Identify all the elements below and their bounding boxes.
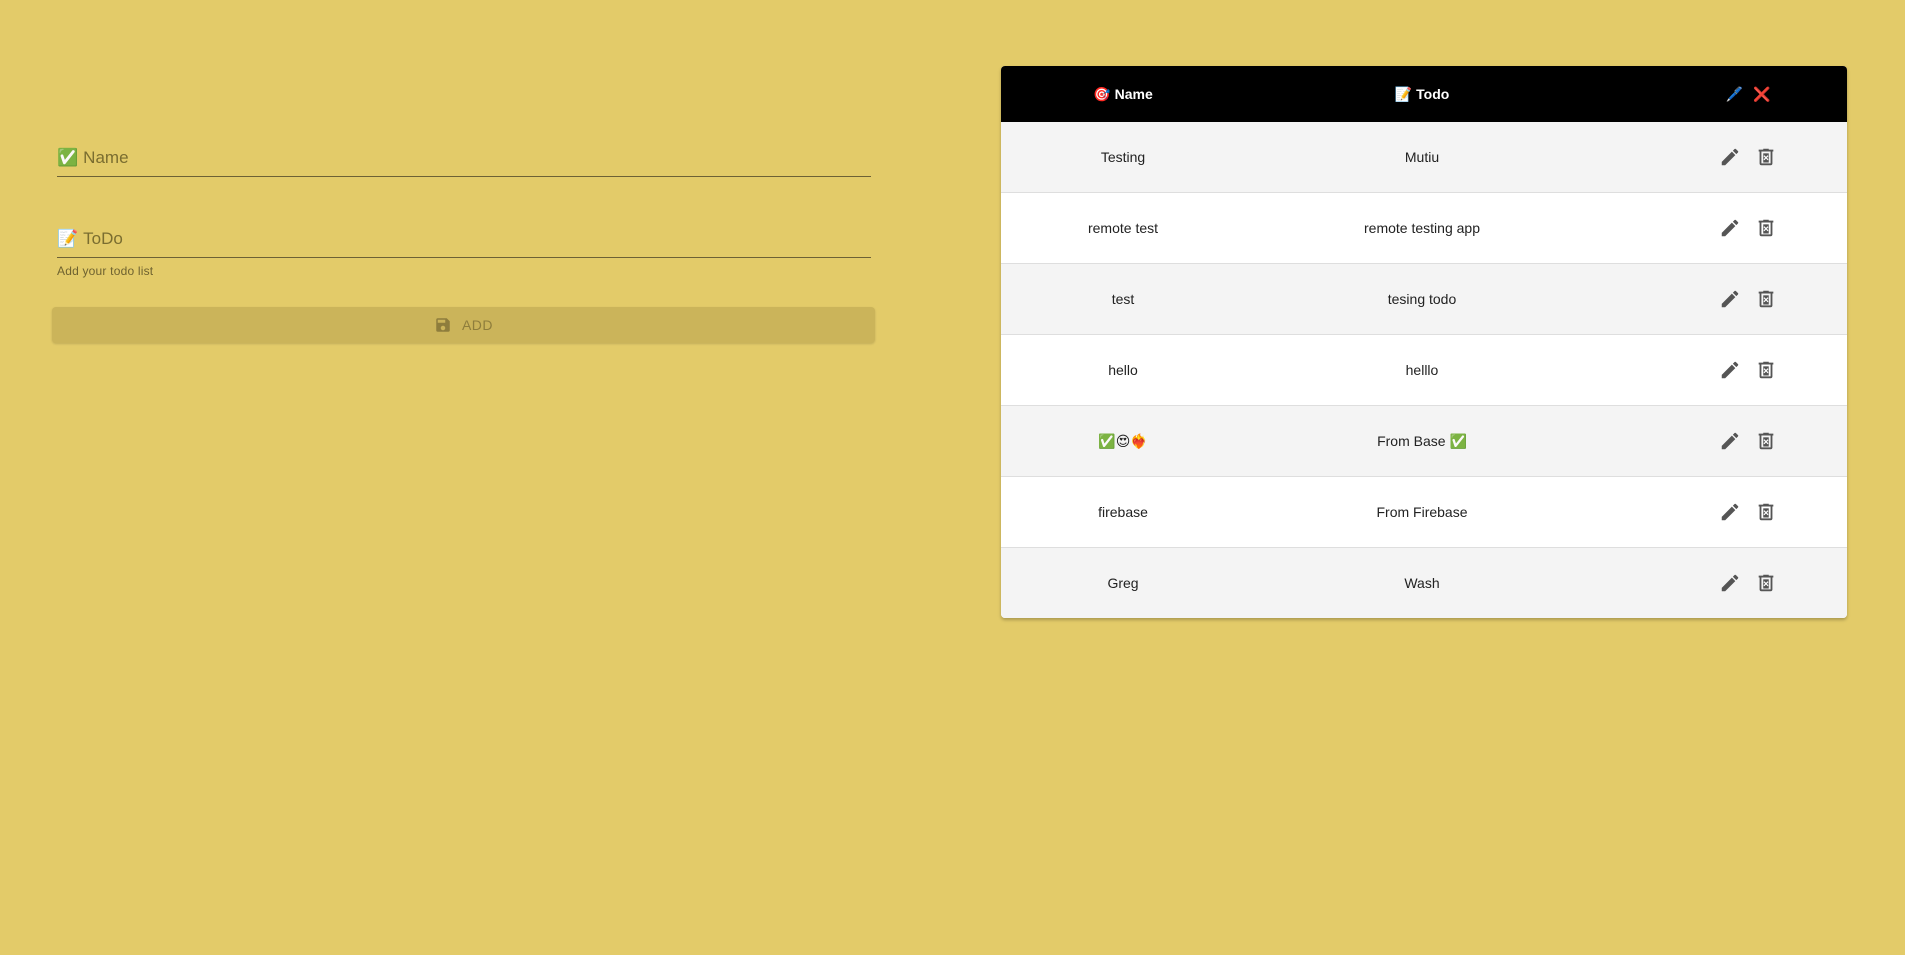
todo-helper-text: Add your todo list <box>57 264 154 278</box>
todo-placeholder: ToDo <box>83 229 123 248</box>
cell-name: firebase <box>1098 504 1148 520</box>
cell-actions <box>1599 501 1847 523</box>
cell-name: hello <box>1108 362 1138 378</box>
todo-form: ✅ Name 📝 ToDo Add your todo list <box>57 140 871 278</box>
header-name: 🎯 Name <box>1001 86 1245 103</box>
cell-todo: tesing todo <box>1387 291 1457 307</box>
pencil-icon[interactable] <box>1719 501 1741 523</box>
memo-icon: 📝 <box>1394 85 1413 102</box>
pencil-icon[interactable] <box>1719 288 1741 310</box>
trash-x-icon[interactable] <box>1755 501 1777 523</box>
trash-x-icon[interactable] <box>1755 217 1777 239</box>
memo-icon: 📝 <box>57 229 79 248</box>
name-placeholder: Name <box>83 148 129 167</box>
target-icon: 🎯 <box>1093 85 1111 102</box>
pencil-icon[interactable] <box>1719 430 1741 452</box>
cell-name: remote test <box>1087 220 1159 236</box>
cell-actions <box>1599 572 1847 594</box>
floppy-disk-icon <box>436 318 450 332</box>
table-row: firebase From Firebase <box>1001 476 1847 547</box>
header-todo-label: Todo <box>1416 86 1450 102</box>
cross-icon: ❌ <box>1753 85 1771 102</box>
todo-field[interactable]: 📝 ToDo <box>57 221 871 258</box>
row-action-icons <box>1719 572 1777 594</box>
row-action-icons <box>1719 288 1777 310</box>
cell-name: test <box>1111 291 1135 307</box>
table-row: ✅😍❤️‍🔥 From Base ✅ <box>1001 405 1847 476</box>
table-row: test tesing todo <box>1001 263 1847 334</box>
pencil-icon[interactable] <box>1719 217 1741 239</box>
cell-todo: remote testing app <box>1364 220 1480 236</box>
table-row: hello helllo <box>1001 334 1847 405</box>
todo-table: 🎯 Name 📝 Todo 🖊️ ❌ Testing Mutiu remote … <box>1001 66 1847 618</box>
table-row: remote test remote testing app <box>1001 192 1847 263</box>
cell-actions <box>1599 359 1847 381</box>
cell-name: Testing <box>1100 149 1146 165</box>
trash-x-icon[interactable] <box>1755 146 1777 168</box>
cell-name: Greg <box>1107 575 1139 591</box>
name-field[interactable]: ✅ Name <box>57 140 871 177</box>
cell-todo: Wash <box>1404 575 1440 591</box>
cell-todo: From Firebase <box>1376 504 1468 520</box>
add-button-label: ADD <box>461 317 494 333</box>
cell-actions <box>1599 217 1847 239</box>
pencil-icon[interactable] <box>1719 572 1741 594</box>
add-button[interactable]: ADD <box>52 307 875 343</box>
trash-x-icon[interactable] <box>1755 572 1777 594</box>
row-action-icons <box>1719 359 1777 381</box>
check-icon: ✅ <box>57 148 79 167</box>
row-action-icons <box>1719 146 1777 168</box>
cell-name: ✅😍❤️‍🔥 <box>1098 432 1148 449</box>
row-action-icons <box>1719 430 1777 452</box>
header-name-label: Name <box>1114 86 1153 102</box>
cell-actions <box>1599 146 1847 168</box>
app-page: ✅ Name 📝 ToDo Add your todo list ADD 🎯 N… <box>0 0 1905 955</box>
header-actions: 🖊️ ❌ <box>1599 86 1847 103</box>
trash-x-icon[interactable] <box>1755 359 1777 381</box>
trash-x-icon[interactable] <box>1755 288 1777 310</box>
cell-todo: From Base ✅ <box>1377 432 1467 449</box>
trash-x-icon[interactable] <box>1755 430 1777 452</box>
table-header: 🎯 Name 📝 Todo 🖊️ ❌ <box>1001 66 1847 122</box>
header-action-icons: 🖊️ ❌ <box>1726 86 1771 103</box>
table-body: Testing Mutiu remote test remote testing… <box>1001 122 1847 618</box>
pen-icon: 🖊️ <box>1725 85 1743 102</box>
row-action-icons <box>1719 501 1777 523</box>
cell-actions <box>1599 430 1847 452</box>
row-action-icons <box>1719 217 1777 239</box>
cell-actions <box>1599 288 1847 310</box>
cell-todo: Mutiu <box>1404 149 1440 165</box>
pencil-icon[interactable] <box>1719 146 1741 168</box>
table-row: Testing Mutiu <box>1001 122 1847 192</box>
header-todo: 📝 Todo <box>1245 86 1599 103</box>
cell-todo: helllo <box>1405 362 1439 378</box>
pencil-icon[interactable] <box>1719 359 1741 381</box>
table-row: Greg Wash <box>1001 547 1847 618</box>
